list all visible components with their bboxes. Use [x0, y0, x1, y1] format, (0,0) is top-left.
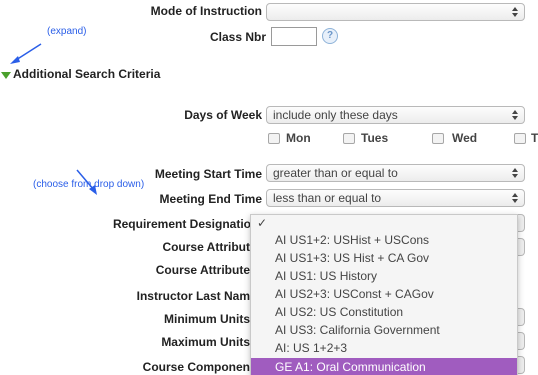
- course-attribute-value-label: Course Attribute: [155, 263, 250, 277]
- dropdown-option[interactable]: AI US1+2: USHist + USCons: [251, 231, 517, 249]
- dropdown-option[interactable]: AI: US 1+2+3: [251, 339, 517, 357]
- minimum-units-label: Minimum Units: [164, 312, 250, 326]
- meeting-end-time-select[interactable]: less than or equal to: [266, 189, 525, 207]
- dropdown-option[interactable]: AI US2: US Constitution: [251, 303, 517, 321]
- days-of-week-select[interactable]: include only these days: [266, 106, 525, 124]
- instructor-last-name-label: Instructor Last Nam: [136, 289, 250, 303]
- meeting-start-time-value: greater than or equal to: [273, 166, 398, 180]
- days-of-week-value: include only these days: [273, 108, 398, 122]
- course-component-label: Course Componen: [142, 360, 250, 374]
- class-nbr-label: Class Nbr: [209, 30, 266, 44]
- dropdown-option[interactable]: AI US2+3: USConst + CAGov: [251, 285, 517, 303]
- expand-triangle-icon[interactable]: [1, 72, 11, 79]
- thursday-label: Th: [531, 131, 538, 145]
- monday-label: Mon: [286, 131, 311, 145]
- wednesday-label: Wed: [452, 131, 478, 145]
- maximum-units-label: Maximum Units: [161, 335, 250, 349]
- additional-search-criteria-header[interactable]: Additional Search Criteria: [13, 67, 160, 81]
- dropdown-option[interactable]: AI US1: US History: [251, 267, 517, 285]
- requirement-designation-label: Requirement Designatio: [112, 217, 251, 231]
- select-arrows-icon: [511, 107, 519, 123]
- class-nbr-input[interactable]: [271, 27, 317, 46]
- select-arrows-icon: [511, 165, 519, 181]
- select-arrows-icon: [511, 190, 519, 206]
- meeting-end-time-label: Meeting End Time: [159, 192, 262, 206]
- meeting-end-time-value: less than or equal to: [273, 191, 382, 205]
- requirement-designation-dropdown[interactable]: ✓ AI US1+2: USHist + USCons AI US1+3: US…: [250, 214, 518, 375]
- dropdown-option-selected[interactable]: GE A1: Oral Communication: [251, 358, 517, 375]
- tuesday-checkbox[interactable]: [343, 133, 355, 144]
- wednesday-checkbox[interactable]: [432, 133, 444, 144]
- dropdown-option[interactable]: AI US3: California Government: [251, 321, 517, 339]
- help-icon[interactable]: ?: [322, 28, 338, 44]
- monday-checkbox[interactable]: [268, 133, 280, 144]
- tuesday-label: Tues: [361, 131, 389, 145]
- course-attribute-label: Course Attribut: [162, 240, 250, 254]
- days-of-week-label: Days of Week: [184, 108, 262, 122]
- dropdown-option[interactable]: AI US1+3: US Hist + CA Gov: [251, 249, 517, 267]
- meeting-start-time-select[interactable]: greater than or equal to: [266, 164, 525, 182]
- choose-annotation: (choose from drop down): [33, 179, 145, 190]
- checkmark-icon: ✓: [257, 216, 268, 230]
- thursday-checkbox[interactable]: [514, 133, 526, 144]
